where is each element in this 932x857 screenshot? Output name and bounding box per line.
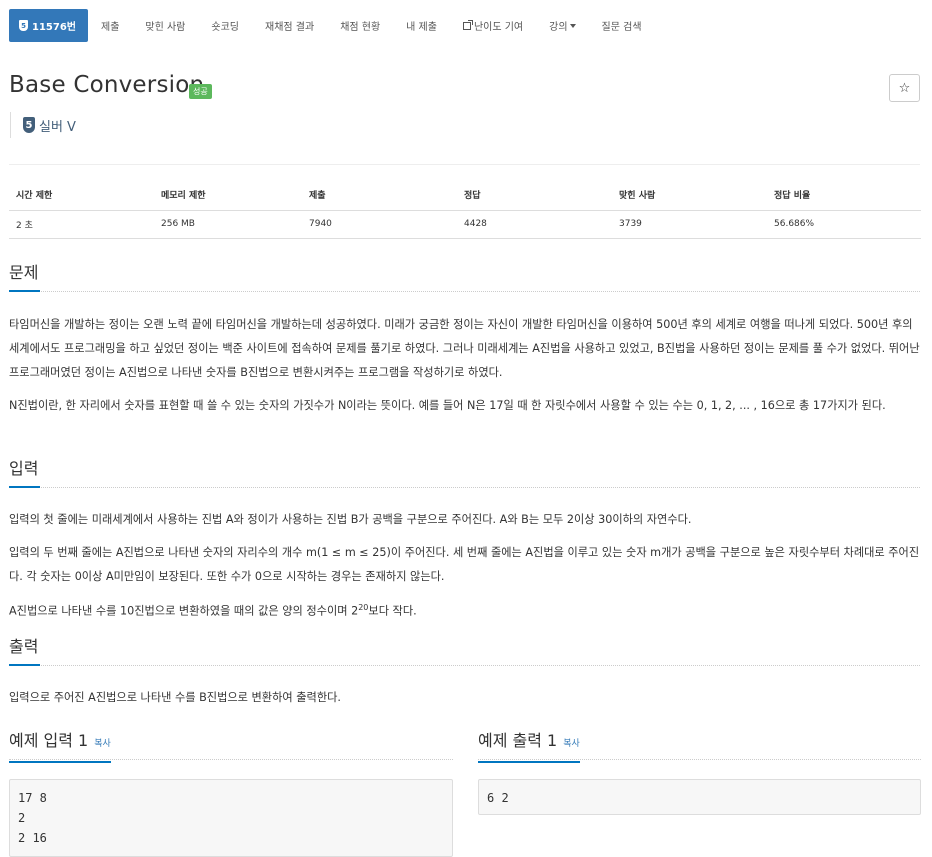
column-header: 제출 [302, 180, 457, 211]
copy-output-button[interactable]: 복사 [563, 739, 580, 749]
star-icon: ☆ [898, 80, 911, 96]
output-section-header: 출력 [9, 636, 920, 666]
sample-input-label: 예제 입력 1 [9, 731, 89, 750]
input-description-2: 입력의 두 번째 줄에는 A진법으로 나타낸 숫자의 자리수의 개수 m(1 ≤… [9, 546, 920, 583]
section-heading: 입력 [9, 458, 41, 488]
tab-label: 맞힌 사람 [145, 22, 186, 33]
table-header-row: 시간 제한 메모리 제한 제출 정답 맞힌 사람 정답 비율 [9, 180, 921, 211]
tier-name: 실버 V [39, 119, 76, 135]
tab-label: 제출 [101, 22, 120, 33]
tab-difficulty[interactable]: 난이도 기여 [450, 9, 536, 42]
tab-short-coding[interactable]: 숏코딩 [198, 9, 252, 42]
problem-description: 타임머신을 개발하는 정이는 오랜 노력 끝에 타임머신을 개발하는데 성공하였… [9, 318, 920, 379]
input-description: 입력의 첫 줄에는 미래세계에서 사용하는 진법 A와 정이가 사용하는 진법 … [9, 513, 692, 526]
tier-icon: 5 [19, 20, 28, 31]
sample-input-title: 예제 입력 1 복사 [9, 730, 111, 763]
tab-questions[interactable]: 질문 검색 [589, 9, 655, 42]
sample-input-header: 예제 입력 1 복사 [9, 730, 453, 763]
input-section-header: 입력 [9, 458, 920, 488]
output-description: 입력으로 주어진 A진법으로 나타낸 수를 B진법으로 변환하여 출력한다. [9, 691, 341, 704]
text: A진법으로 나타낸 수를 10진법으로 변환하였을 때의 값은 양의 정수이며 … [9, 604, 359, 618]
tab-my-submissions[interactable]: 내 제출 [393, 9, 450, 42]
tab-rejudge[interactable]: 재채점 결과 [252, 9, 327, 42]
tier-label[interactable]: 5 실버 V [10, 112, 76, 138]
solvers: 3739 [612, 210, 767, 239]
problem-nav: 5 11576번 제출 맞힌 사람 숏코딩 재채점 결과 채점 현황 내 제출 … [9, 9, 923, 42]
favorite-button[interactable]: ☆ [889, 74, 920, 102]
time-limit: 2 초 [9, 210, 154, 239]
section-heading: 출력 [9, 636, 41, 666]
sample-input: 17 8 2 2 16 [9, 779, 453, 857]
sample-output-label: 예제 출력 1 [478, 731, 558, 750]
section-heading: 문제 [9, 262, 41, 292]
problem-section-header: 문제 [9, 262, 920, 292]
caret-down-icon [569, 23, 576, 28]
tab-label: 숏코딩 [211, 22, 239, 33]
tab-status[interactable]: 채점 현황 [327, 9, 393, 42]
tab-label: 난이도 기여 [473, 22, 524, 33]
problem-description-2: N진법이란, 한 자리에서 숫자를 표현할 때 쓸 수 있는 숫자의 가짓수가 … [9, 399, 886, 412]
sample-output: 6 2 [478, 779, 921, 815]
column-header: 정답 [457, 180, 612, 211]
tab-submit[interactable]: 제출 [88, 9, 132, 42]
superscript: 20 [358, 603, 369, 612]
tab-lectures[interactable]: 강의 [536, 9, 588, 42]
column-header: 정답 비율 [767, 180, 921, 211]
accepted: 4428 [457, 210, 612, 239]
tab-problem-label: 11576번 [32, 22, 76, 33]
column-header: 맞힌 사람 [612, 180, 767, 211]
tab-label: 재채점 결과 [265, 22, 315, 33]
column-header: 메모리 제한 [154, 180, 302, 211]
external-link-icon [462, 19, 473, 30]
copy-input-button[interactable]: 복사 [94, 739, 111, 749]
column-header: 시간 제한 [9, 180, 154, 211]
tab-label: 내 제출 [406, 22, 437, 33]
problem-title: Base Conversion [9, 72, 205, 98]
problem-info-table: 시간 제한 메모리 제한 제출 정답 맞힌 사람 정답 비율 2 초 256 M… [9, 180, 921, 239]
text: 보다 작다. [368, 604, 417, 618]
silver-tier-icon: 5 [23, 117, 35, 133]
tab-label: 질문 검색 [601, 22, 642, 33]
input-description-3: A진법으로 나타낸 수를 10진법으로 변환하였을 때의 값은 양의 정수이며 … [9, 596, 923, 624]
memory-limit: 256 MB [154, 210, 302, 239]
tab-problem[interactable]: 5 11576번 [9, 9, 88, 42]
accept-ratio: 56.686% [767, 210, 921, 239]
tab-label: 채점 현황 [340, 22, 381, 33]
submissions: 7940 [302, 210, 457, 239]
tab-label: 강의 [549, 22, 568, 33]
table-row: 2 초 256 MB 7940 4428 3739 56.686% [9, 210, 921, 239]
sample-output-header: 예제 출력 1 복사 [478, 730, 921, 763]
sample-output-title: 예제 출력 1 복사 [478, 730, 580, 763]
divider [9, 164, 920, 165]
tab-solvers[interactable]: 맞힌 사람 [132, 9, 198, 42]
status-badge: 성공 [189, 84, 212, 99]
